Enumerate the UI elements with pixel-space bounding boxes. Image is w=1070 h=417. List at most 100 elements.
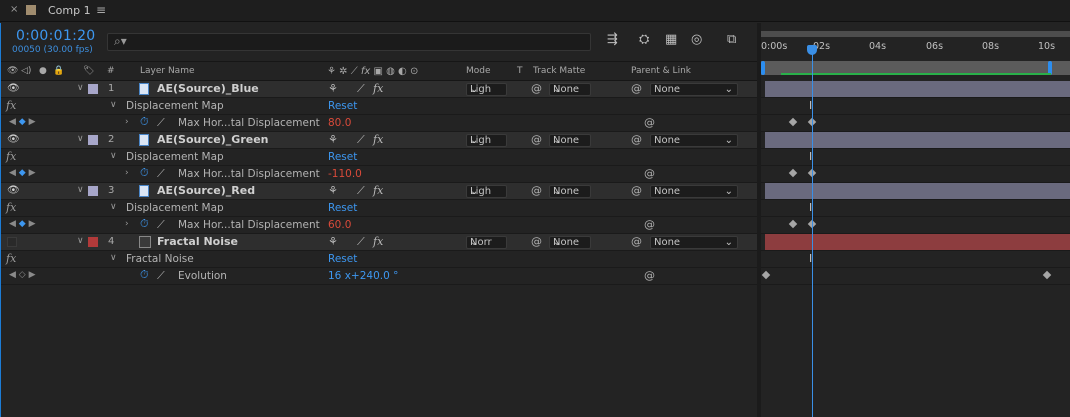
preserve-transparency-icon[interactable]: @ xyxy=(531,82,542,95)
stopwatch-icon[interactable]: ⏱ xyxy=(140,268,149,282)
graph-icon[interactable]: ⟋ xyxy=(157,269,165,283)
time-navigator[interactable] xyxy=(761,61,1070,75)
property-value[interactable]: 80.0 xyxy=(328,117,351,129)
eye-icon[interactable]: 👁 xyxy=(7,134,20,145)
stopwatch-icon[interactable]: ⏱ xyxy=(140,217,149,231)
layer-name[interactable]: AE(Source)_Blue xyxy=(157,82,259,95)
chevron-down-icon[interactable]: ∨ xyxy=(110,253,117,263)
chevron-right-icon[interactable]: › xyxy=(125,168,129,178)
label-color-swatch[interactable] xyxy=(88,84,98,94)
layer-row[interactable]: 👁 ∨ 2 AE(Source)_Green ⚘ ⟋ fx Ligh ⌄ @ N… xyxy=(1,132,757,149)
effect-name[interactable]: Displacement Map xyxy=(126,202,224,214)
track-matte-dropdown[interactable]: None ⌄ xyxy=(549,83,591,96)
reset-button[interactable]: Reset xyxy=(328,151,357,163)
layer-track[interactable] xyxy=(761,81,1070,98)
eye-icon[interactable]: 👁 xyxy=(7,185,20,196)
label-tag-icon[interactable]: 🏷 xyxy=(83,66,94,76)
column-parent-link[interactable]: Parent & Link xyxy=(631,66,691,76)
chevron-down-icon[interactable]: ∨ xyxy=(77,236,84,246)
label-color-swatch[interactable] xyxy=(88,186,98,196)
frame-blending-icon[interactable]: ▦ xyxy=(665,32,677,47)
lock-switch-icon[interactable]: 🔒 xyxy=(53,66,64,76)
stopwatch-icon[interactable]: ⏱ xyxy=(140,166,149,180)
graph-icon[interactable]: ⟋ xyxy=(157,167,165,181)
layer-row[interactable]: ∨ 4 Fractal Noise ⚘ ⟋ fx Norr ⌄ @ None ⌄… xyxy=(1,234,757,251)
expression-pickwhip-icon[interactable]: @ xyxy=(644,116,655,129)
current-time-indicator[interactable] xyxy=(812,53,813,417)
motion-blur-icon[interactable]: ◎ xyxy=(691,32,702,47)
chevron-down-icon[interactable]: ∨ xyxy=(110,151,117,161)
chevron-down-icon[interactable]: ∨ xyxy=(77,134,84,144)
tab-close-icon[interactable]: × xyxy=(10,4,18,15)
chevron-right-icon[interactable]: › xyxy=(125,219,129,229)
mode-dropdown[interactable]: Ligh ⌄ xyxy=(466,83,507,96)
shy-switch-icon[interactable]: ⚘ xyxy=(328,133,338,146)
column-track-matte[interactable]: Track Matte xyxy=(533,66,585,76)
solo-switch-icon[interactable]: ● xyxy=(39,66,47,76)
graph-icon[interactable]: ⟋ xyxy=(157,116,165,130)
keyframe[interactable] xyxy=(788,219,798,229)
chevron-down-icon[interactable]: ∨ xyxy=(110,202,117,212)
keyframe[interactable] xyxy=(1042,270,1052,280)
label-color-swatch[interactable] xyxy=(88,237,98,247)
reset-button[interactable]: Reset xyxy=(328,253,357,265)
graph-icon[interactable]: ⟋ xyxy=(157,218,165,232)
effect-name[interactable]: Displacement Map xyxy=(126,100,224,112)
layer-name[interactable]: Fractal Noise xyxy=(157,235,238,248)
chevron-down-icon[interactable]: ∨ xyxy=(77,83,84,93)
parent-dropdown[interactable]: None ⌄ xyxy=(650,185,738,198)
keyframe[interactable] xyxy=(788,168,798,178)
column-mode[interactable]: Mode xyxy=(466,66,491,76)
layer-row[interactable]: 👁 ∨ 3 AE(Source)_Red ⚘ ⟋ fx Ligh ⌄ @ Non… xyxy=(1,183,757,200)
layer-duration-bar[interactable] xyxy=(765,81,1070,97)
column-layer-name[interactable]: Layer Name xyxy=(140,66,195,76)
quality-switch-icon[interactable]: ⟋ xyxy=(357,184,365,198)
current-timecode[interactable]: 0:00:01:20 xyxy=(16,28,96,44)
shy-switch-icon[interactable]: ⚘ xyxy=(328,235,338,248)
label-color-swatch[interactable] xyxy=(88,135,98,145)
expression-pickwhip-icon[interactable]: @ xyxy=(644,269,655,282)
panel-menu-icon[interactable]: ≡ xyxy=(96,3,106,17)
chevron-down-icon[interactable]: ∨ xyxy=(77,185,84,195)
fx-switch-icon[interactable]: fx xyxy=(373,82,383,95)
fx-icon[interactable]: fx xyxy=(6,252,16,265)
comp-tab-title[interactable]: Comp 1 xyxy=(48,4,91,17)
layer-duration-bar[interactable] xyxy=(765,183,1070,199)
fx-switch-icon[interactable]: fx xyxy=(373,184,383,197)
parent-dropdown[interactable]: None ⌄ xyxy=(650,83,738,96)
preserve-transparency-icon[interactable]: @ xyxy=(531,235,542,248)
pickwhip-icon[interactable]: @ xyxy=(631,184,642,197)
quality-switch-icon[interactable]: ⟋ xyxy=(357,82,365,96)
keyframe[interactable] xyxy=(761,270,771,280)
navigator-start-handle[interactable] xyxy=(761,61,765,75)
audio-switch-icon[interactable]: ◁) xyxy=(21,66,31,76)
keyframe-navigator-icon[interactable]: ◀ ◆ ▶ xyxy=(9,219,36,229)
property-value[interactable]: 60.0 xyxy=(328,219,351,231)
pickwhip-icon[interactable]: @ xyxy=(631,235,642,248)
parent-dropdown[interactable]: None ⌄ xyxy=(650,134,738,147)
track-matte-dropdown[interactable]: None ⌄ xyxy=(549,134,591,147)
effect-name[interactable]: Displacement Map xyxy=(126,151,224,163)
shy-switch-icon[interactable]: ⚘ xyxy=(328,184,338,197)
layer-name[interactable]: AE(Source)_Green xyxy=(157,133,269,146)
mode-dropdown[interactable]: Ligh ⌄ xyxy=(466,134,507,147)
search-input[interactable]: ⌕▾ xyxy=(107,33,591,51)
composition-mini-flowchart-icon[interactable]: ⇶ xyxy=(607,32,618,47)
eye-icon[interactable]: 👁 xyxy=(7,83,20,94)
fx-icon[interactable]: fx xyxy=(6,201,16,214)
pickwhip-icon[interactable]: @ xyxy=(631,82,642,95)
quality-switch-icon[interactable]: ⟋ xyxy=(357,235,365,249)
effect-name[interactable]: Fractal Noise xyxy=(126,253,194,265)
layer-duration-bar[interactable] xyxy=(765,132,1070,148)
layer-duration-bar[interactable] xyxy=(765,234,1070,250)
property-value[interactable]: -110.0 xyxy=(328,168,362,180)
quality-switch-icon[interactable]: ⟋ xyxy=(357,133,365,147)
layer-row[interactable]: 👁 ∨ 1 AE(Source)_Blue ⚘ ⟋ fx Ligh ⌄ @ No… xyxy=(1,81,757,98)
draft-3d-icon[interactable]: ⛭ xyxy=(639,32,649,47)
video-switch-off[interactable] xyxy=(7,237,17,247)
parent-dropdown[interactable]: None ⌄ xyxy=(650,236,738,249)
fx-switch-icon[interactable]: fx xyxy=(373,133,383,146)
mode-dropdown[interactable]: Norr ⌄ xyxy=(466,236,507,249)
property-value[interactable]: 16 x+240.0 ° xyxy=(328,270,398,282)
shy-switch-icon[interactable]: ⚘ xyxy=(328,82,338,95)
